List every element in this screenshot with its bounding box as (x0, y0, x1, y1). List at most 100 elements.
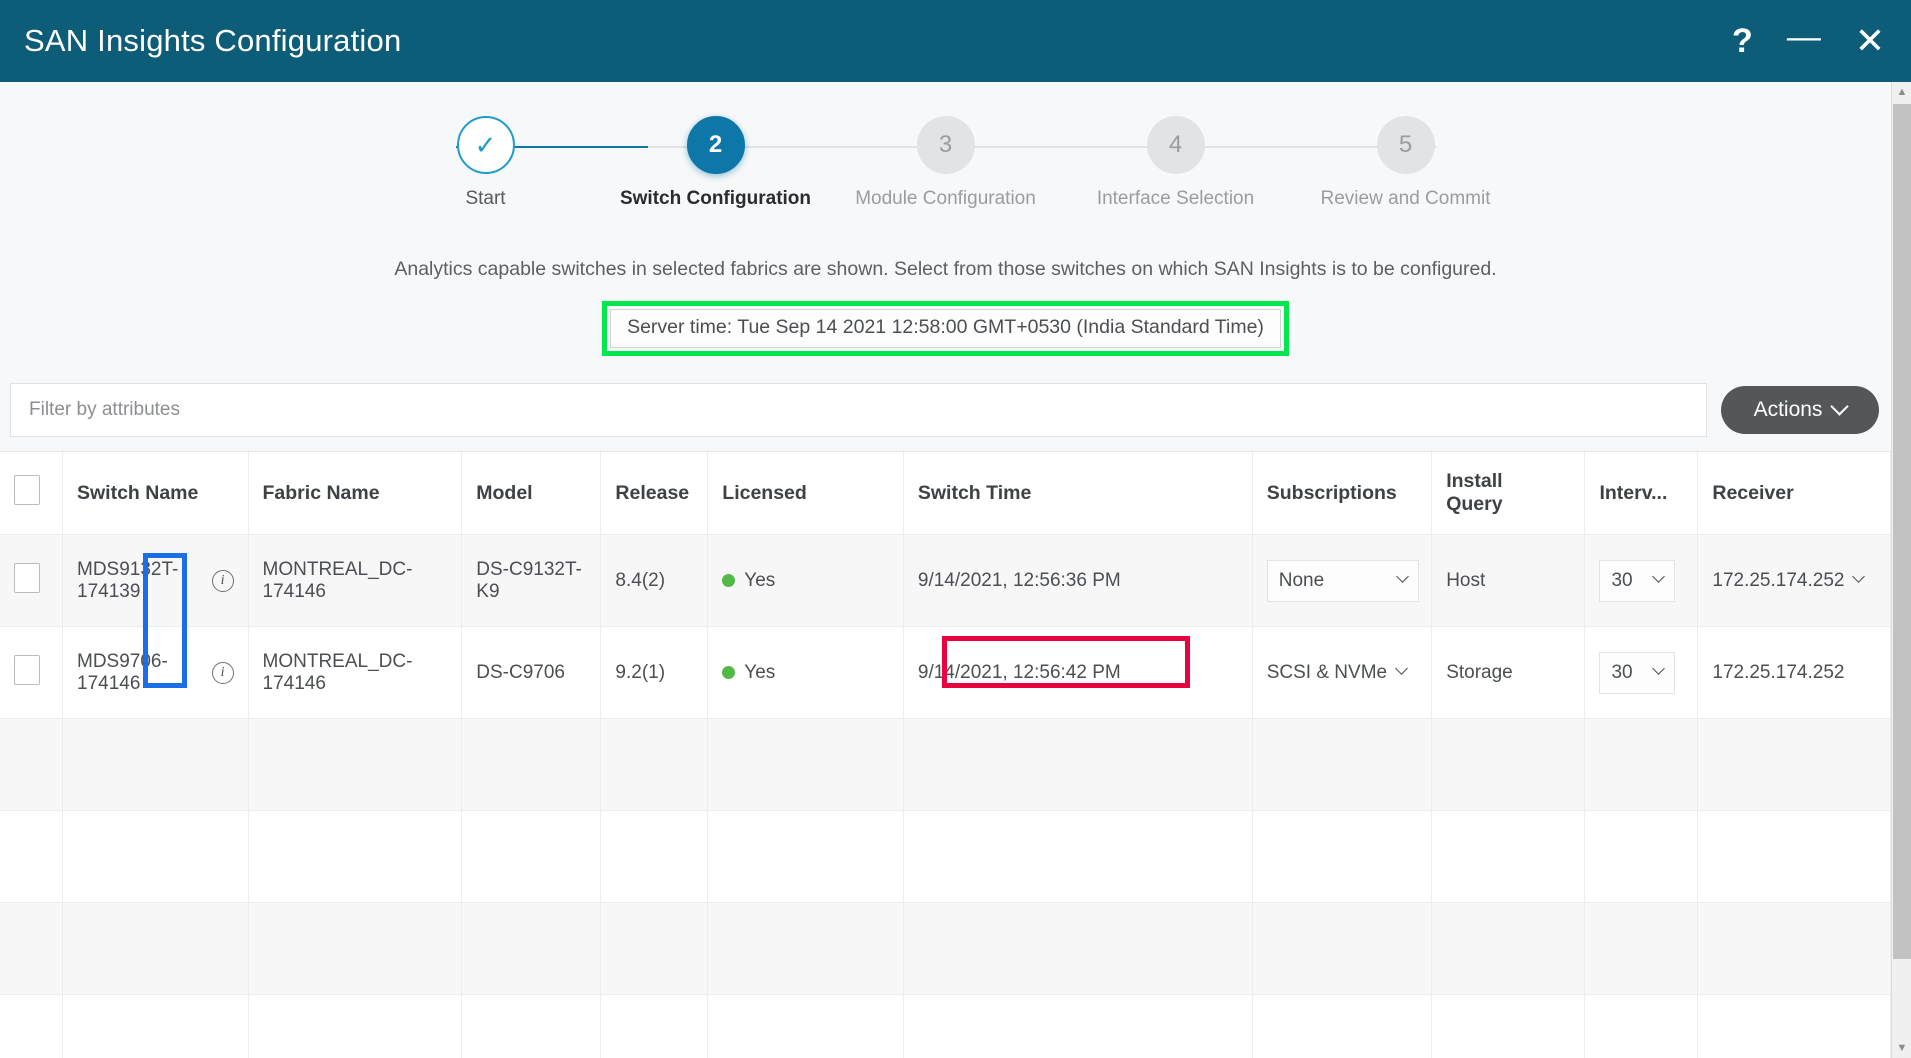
help-icon[interactable]: ? (1732, 24, 1753, 58)
empty-cell (1431, 902, 1586, 995)
header-receiver[interactable]: Receiver (1697, 452, 1891, 535)
empty-cell (707, 810, 904, 903)
row-1-install-query: Host (1431, 534, 1586, 627)
empty-cell (62, 810, 249, 903)
title-bar: SAN Insights Configuration ? — ✕ (0, 0, 1911, 82)
table-row-empty (0, 718, 1891, 811)
filter-input[interactable] (10, 383, 1707, 437)
row-1-checkbox[interactable] (14, 562, 40, 593)
header-install-query-line1: Install (1446, 470, 1503, 492)
scroll-down-arrow-icon[interactable]: ▼ (1892, 1038, 1911, 1058)
step-4-label: Interface Selection (1096, 188, 1255, 209)
close-icon[interactable]: ✕ (1855, 23, 1885, 59)
row-1-receiver-value: 172.25.174.252 (1712, 569, 1845, 591)
empty-cell (1431, 810, 1586, 903)
select-all-checkbox[interactable] (14, 475, 40, 505)
table-row[interactable]: MDS9706-174146 i MONTREAL_DC-174146 DS-C… (0, 626, 1891, 719)
actions-button[interactable]: Actions (1721, 386, 1879, 434)
step-2-label: Switch Configuration (619, 188, 812, 209)
empty-cell (0, 902, 63, 995)
row-1-subscriptions-value: None (1278, 569, 1325, 591)
row-1-interval-value: 30 (1611, 569, 1633, 591)
row-1-interval-dropdown[interactable]: 30 (1599, 559, 1676, 602)
header-install-query-line2: Query (1446, 493, 1503, 515)
step-start[interactable]: ✓ Start (396, 116, 576, 210)
empty-cell (1252, 810, 1433, 903)
row-1-switch-time: 9/14/2021, 12:56:36 PM (903, 534, 1253, 627)
empty-cell (461, 810, 602, 903)
table-row-empty (0, 994, 1891, 1058)
row-1-fabric-name: MONTREAL_DC-174146 (248, 534, 463, 627)
scrollbar-thumb[interactable] (1893, 104, 1911, 959)
header-licensed[interactable]: Licensed (707, 452, 904, 535)
step-5-circle: 5 (1376, 116, 1435, 174)
row-2-release: 9.2(1) (600, 626, 709, 719)
row-1-release: 8.4(2) (600, 534, 709, 627)
empty-cell (903, 994, 1253, 1058)
header-switch-name[interactable]: Switch Name (62, 452, 249, 535)
step-review-and-commit[interactable]: 5 Review and Commit (1316, 116, 1496, 210)
row-2-checkbox[interactable] (14, 654, 40, 685)
scroll-up-arrow-icon[interactable]: ▲ (1892, 82, 1911, 102)
empty-cell (0, 994, 63, 1058)
step-1-label: Start (465, 188, 506, 209)
empty-cell (62, 994, 249, 1058)
empty-cell (1584, 810, 1699, 903)
step-module-configuration[interactable]: 3 Module Configuration (855, 116, 1036, 210)
header-model[interactable]: Model (461, 452, 602, 535)
row-2-interval-dropdown[interactable]: 30 (1599, 651, 1676, 694)
table-header-row: Switch Name Fabric Name Model Release Li… (0, 452, 1891, 535)
step-4-circle: 4 (1146, 116, 1205, 174)
row-2-interval-cell: 30 (1584, 626, 1699, 719)
table-row-empty (0, 810, 1891, 903)
empty-cell (903, 718, 1253, 811)
window-title: SAN Insights Configuration (24, 23, 402, 58)
empty-cell (707, 718, 904, 811)
empty-cell (1584, 718, 1699, 811)
header-select-all-cell (0, 452, 63, 535)
header-subscriptions[interactable]: Subscriptions (1252, 452, 1433, 535)
header-fabric-name[interactable]: Fabric Name (248, 452, 463, 535)
empty-cell (0, 810, 63, 903)
empty-cell (1252, 994, 1433, 1058)
header-install-query[interactable]: Install Query (1431, 452, 1586, 535)
header-release[interactable]: Release (600, 452, 709, 535)
info-icon[interactable]: i (211, 661, 234, 684)
empty-cell (1252, 718, 1433, 811)
window-controls: ? — ✕ (1732, 20, 1885, 59)
table-row[interactable]: MDS9132T-174139 i MONTREAL_DC-174146 DS-… (0, 534, 1891, 627)
empty-cell (248, 810, 463, 903)
info-icon[interactable]: i (211, 569, 234, 592)
empty-cell (1697, 718, 1891, 811)
empty-cell (903, 902, 1253, 995)
row-2-licensed: Yes (744, 661, 776, 683)
chevron-down-icon (1830, 396, 1850, 416)
minimize-icon[interactable]: — (1787, 20, 1821, 54)
row-2-switch-time: 9/14/2021, 12:56:42 PM (903, 626, 1253, 719)
step-3-circle: 3 (916, 116, 975, 174)
empty-cell (0, 718, 63, 811)
row-1-switch-name: MDS9132T-174139 (77, 558, 179, 602)
empty-cell (461, 718, 602, 811)
step-1-circle: ✓ (456, 116, 515, 174)
header-interval[interactable]: Interv... (1584, 452, 1699, 535)
row-2-subscriptions-dropdown[interactable]: SCSI & NVMe (1267, 652, 1408, 694)
chevron-down-icon (1652, 570, 1666, 583)
step-3-label: Module Configuration (855, 188, 1036, 209)
empty-cell (600, 994, 709, 1058)
empty-cell (600, 718, 709, 811)
row-2-install-query: Storage (1431, 626, 1586, 719)
empty-cell (1584, 994, 1699, 1058)
step-switch-configuration[interactable]: 2 Switch Configuration (620, 116, 811, 210)
row-2-select-cell (0, 626, 63, 719)
row-1-subscriptions-dropdown[interactable]: None (1266, 559, 1419, 602)
row-1-receiver-dropdown[interactable]: 172.25.174.252 (1712, 560, 1866, 602)
row-1-licensed: Yes (744, 569, 776, 591)
table-row-empty (0, 902, 1891, 995)
vertical-scrollbar[interactable]: ▲ ▼ (1891, 82, 1911, 1058)
step-interface-selection[interactable]: 4 Interface Selection (1086, 116, 1266, 210)
row-2-interval-value: 30 (1611, 661, 1633, 683)
chevron-down-icon (1395, 662, 1408, 675)
empty-cell (707, 902, 904, 995)
header-switch-time[interactable]: Switch Time (903, 452, 1253, 535)
